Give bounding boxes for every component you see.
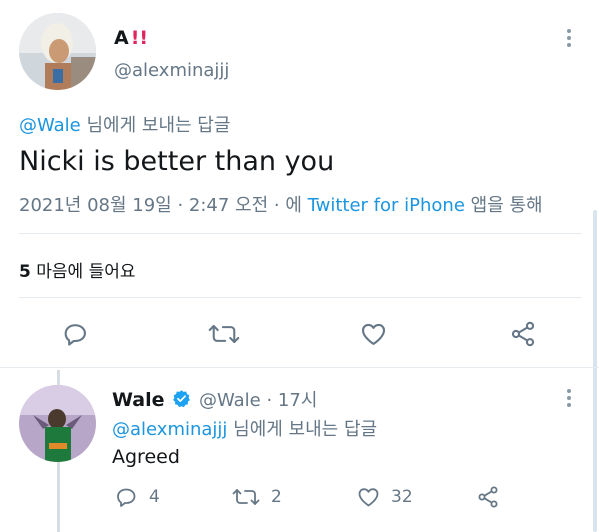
- divider: [19, 297, 582, 298]
- retweet-count: 2: [271, 487, 282, 507]
- likes-label: 마음에 들어요: [30, 262, 136, 282]
- share-icon[interactable]: [476, 485, 500, 509]
- reply-count: 4: [149, 487, 160, 507]
- source-suffix: 앱을 통해: [464, 195, 543, 216]
- reply-text: Agreed: [112, 446, 180, 468]
- reply-to-line: @alexminajjj 님에게 보내는 답글: [112, 415, 377, 441]
- timestamp[interactable]: 2021년 08월 19일 · 2:47 오전 · 에: [19, 195, 308, 216]
- reply-header: Wale @Wale · 17시: [112, 386, 317, 413]
- author-name-row: A!!: [114, 27, 148, 49]
- likes-count: 5: [19, 262, 31, 282]
- like-icon[interactable]: [356, 485, 381, 509]
- likes-stat[interactable]: 5 마음에 들어요: [19, 257, 136, 282]
- retweet-icon[interactable]: [208, 320, 240, 348]
- reply-icon[interactable]: [61, 320, 89, 348]
- double-exclamation-icon: !!: [130, 27, 149, 49]
- like-count: 32: [391, 487, 413, 507]
- reply-author-handle[interactable]: @Wale: [199, 390, 261, 411]
- reply-author-avatar[interactable]: [19, 385, 96, 462]
- reply-to-line: @Wale 님에게 보내는 답글: [19, 111, 230, 137]
- reply-author-name[interactable]: Wale: [112, 389, 165, 411]
- like-icon[interactable]: [359, 320, 388, 348]
- tweet-meta: 2021년 08월 19일 · 2:47 오전 · 에 Twitter for …: [19, 191, 543, 217]
- more-icon[interactable]: [567, 29, 571, 50]
- tweet-text: Nicki is better than you: [19, 146, 335, 177]
- reply-to-suffix: 님에게 보내는 답글: [80, 115, 231, 136]
- reply-time[interactable]: · 17시: [261, 390, 317, 411]
- divider: [19, 233, 582, 234]
- reply-icon[interactable]: [114, 485, 138, 509]
- reply-to-suffix: 님에게 보내는 답글: [227, 419, 378, 440]
- retweet-icon[interactable]: [232, 485, 260, 509]
- share-icon[interactable]: [509, 320, 537, 348]
- scrollbar[interactable]: [593, 210, 597, 532]
- author-name: A: [114, 27, 129, 49]
- reply-to-handle[interactable]: @alexminajjj: [112, 419, 227, 440]
- verified-icon: [172, 389, 191, 413]
- divider: [0, 367, 599, 368]
- more-icon[interactable]: [567, 389, 571, 410]
- source-link[interactable]: Twitter for iPhone: [308, 195, 465, 216]
- author-handle[interactable]: @alexminajjj: [114, 60, 229, 81]
- author-avatar[interactable]: [19, 13, 96, 90]
- reply-to-handle[interactable]: @Wale: [19, 115, 81, 136]
